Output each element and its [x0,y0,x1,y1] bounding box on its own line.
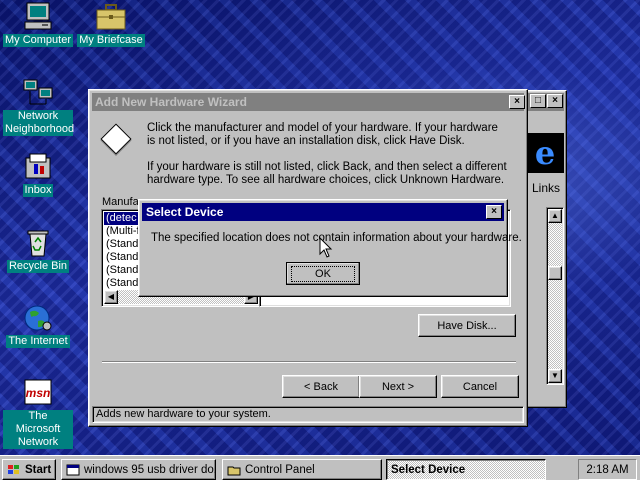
network-icon [22,78,54,108]
windows-logo-icon [7,464,21,476]
desktop-icon-label: My Briefcase [77,34,145,47]
cancel-button[interactable]: Cancel [441,375,519,398]
recycle-bin-icon [22,228,54,258]
wizard-instructions-1: Click the manufacturer and model of your… [147,122,498,147]
desktop-icon-my-computer[interactable]: My Computer [0,2,77,47]
globe-icon [22,303,54,333]
ie-close-button[interactable]: × [547,94,563,108]
desktop-icon-the-microsoft-network[interactable]: msn The Microsoft Network [0,378,77,449]
wizard-separator [102,361,516,363]
wizard-close-button[interactable]: × [509,95,525,109]
task-label: Select Device [391,463,466,476]
scroll-up-button[interactable]: ▲ [548,209,562,223]
inbox-icon [22,152,54,182]
wizard-instructions-2: If your hardware is still not listed, cl… [147,161,507,186]
status-bar: Adds new hardware to your system. [92,406,524,423]
system-tray: 2:18 AM [578,459,637,480]
task-button-select-device[interactable]: Select Device [386,459,546,480]
desktop-icon-recycle-bin[interactable]: Recycle Bin [0,228,77,273]
svg-text:msn: msn [26,386,51,400]
msn-icon: msn [22,378,54,408]
task-button-browser[interactable]: windows 95 usb driver do... [61,459,216,480]
computer-icon [22,2,54,32]
dialog-close-button[interactable]: × [486,205,502,219]
browser-window-icon [66,464,80,476]
desktop-icon-the-internet[interactable]: The Internet [0,303,77,348]
wizard-titlebar[interactable]: Add New Hardware Wizard [92,93,524,111]
task-label: windows 95 usb driver do... [84,463,216,476]
clock[interactable]: 2:18 AM [586,464,628,476]
next-button[interactable]: Next > [359,375,437,398]
control-panel-icon [227,464,241,476]
desktop-icon-inbox[interactable]: Inbox [0,152,77,197]
desktop-icon-label: The Microsoft Network [3,410,73,449]
ok-label: OK [291,265,355,282]
scroll-left-button[interactable]: ◀ [104,290,118,304]
mouse-cursor-icon [319,236,333,259]
scroll-down-button[interactable]: ▼ [548,369,562,383]
taskbar: Start windows 95 usb driver do... Contro… [0,455,640,480]
ie-logo-icon: e [526,133,564,173]
desktop-icon-network-neighborhood[interactable]: Network Neighborhood [0,78,77,136]
scroll-thumb[interactable] [548,266,562,280]
desktop-icon-label: My Computer [2,34,74,47]
ok-button[interactable]: OK [286,262,360,285]
desktop-icon-my-briefcase[interactable]: My Briefcase [72,2,150,47]
ie-vertical-scrollbar[interactable]: ▲ ▼ [546,207,564,385]
ie-maximize-button[interactable]: □ [530,94,546,108]
wizard-title: Add New Hardware Wizard [95,95,247,109]
manufacturers-label: Manufa [102,196,139,208]
start-button[interactable]: Start [2,459,56,480]
ie-links-label[interactable]: Links [532,181,560,195]
desktop-icon-label: Inbox [22,184,54,197]
desktop-icon-label: Network Neighborhood [3,110,75,136]
task-label: Control Panel [245,463,315,476]
dialog-message: The specified location does not contain … [151,232,522,244]
hardware-diamond-icon [100,123,132,155]
dialog-title: Select Device [146,205,224,219]
status-text: Adds new hardware to your system. [96,408,271,420]
dialog-titlebar[interactable]: Select Device [142,203,504,221]
back-button[interactable]: < Back [282,375,360,398]
start-label: Start [25,463,52,476]
desktop-icon-label: The Internet [6,335,70,348]
task-button-control-panel[interactable]: Control Panel [222,459,382,480]
have-disk-button[interactable]: Have Disk... [418,314,516,337]
desktop-icon-label: Recycle Bin [6,260,70,273]
briefcase-icon [95,2,127,32]
